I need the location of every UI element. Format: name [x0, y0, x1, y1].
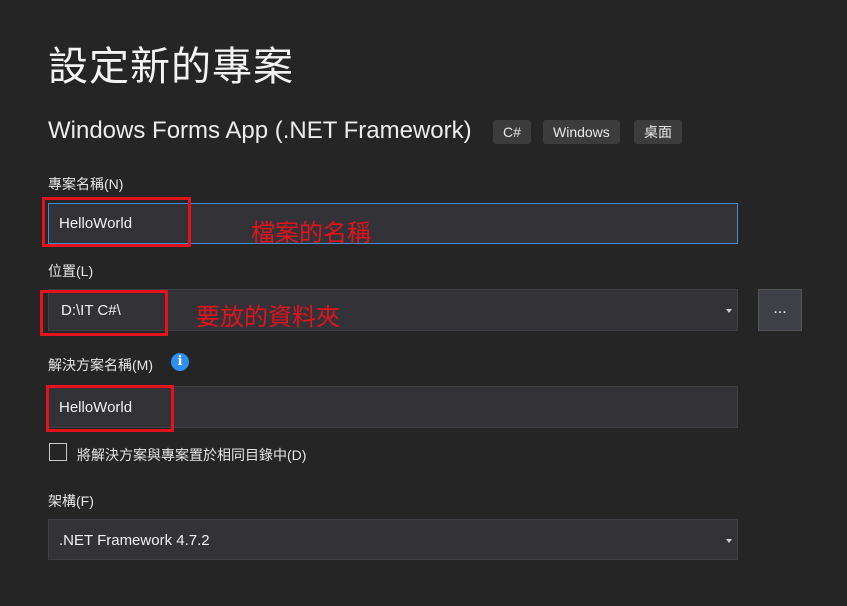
location-annotation: 要放的資料夾	[196, 304, 340, 331]
framework-combobox[interactable]: .NET Framework 4.7.2	[48, 519, 738, 560]
page-title: 設定新的專案	[48, 45, 294, 89]
same-dir-checkbox[interactable]	[49, 443, 67, 461]
location-highlight	[40, 290, 168, 336]
tag-csharp: C#	[493, 120, 531, 144]
framework-value: .NET Framework 4.7.2	[59, 532, 210, 549]
project-name-annotation: 檔案的名稱	[251, 220, 371, 247]
chevron-down-icon[interactable]	[726, 539, 732, 543]
info-icon[interactable]: i	[171, 353, 189, 371]
template-name: Windows Forms App (.NET Framework)	[48, 117, 472, 144]
tag-windows: Windows	[543, 120, 620, 144]
solution-name-highlight	[46, 385, 174, 432]
solution-name-label: 解決方案名稱(M)	[48, 357, 153, 373]
chevron-down-icon[interactable]	[726, 309, 732, 313]
tag-desktop: 桌面	[634, 120, 682, 144]
browse-button[interactable]: ...	[758, 289, 802, 331]
project-name-label: 專案名稱(N)	[48, 176, 124, 192]
location-label: 位置(L)	[48, 263, 94, 279]
framework-label: 架構(F)	[48, 493, 94, 509]
same-dir-label[interactable]: 將解決方案與專案置於相同目錄中(D)	[77, 445, 306, 465]
project-name-highlight	[42, 197, 191, 247]
